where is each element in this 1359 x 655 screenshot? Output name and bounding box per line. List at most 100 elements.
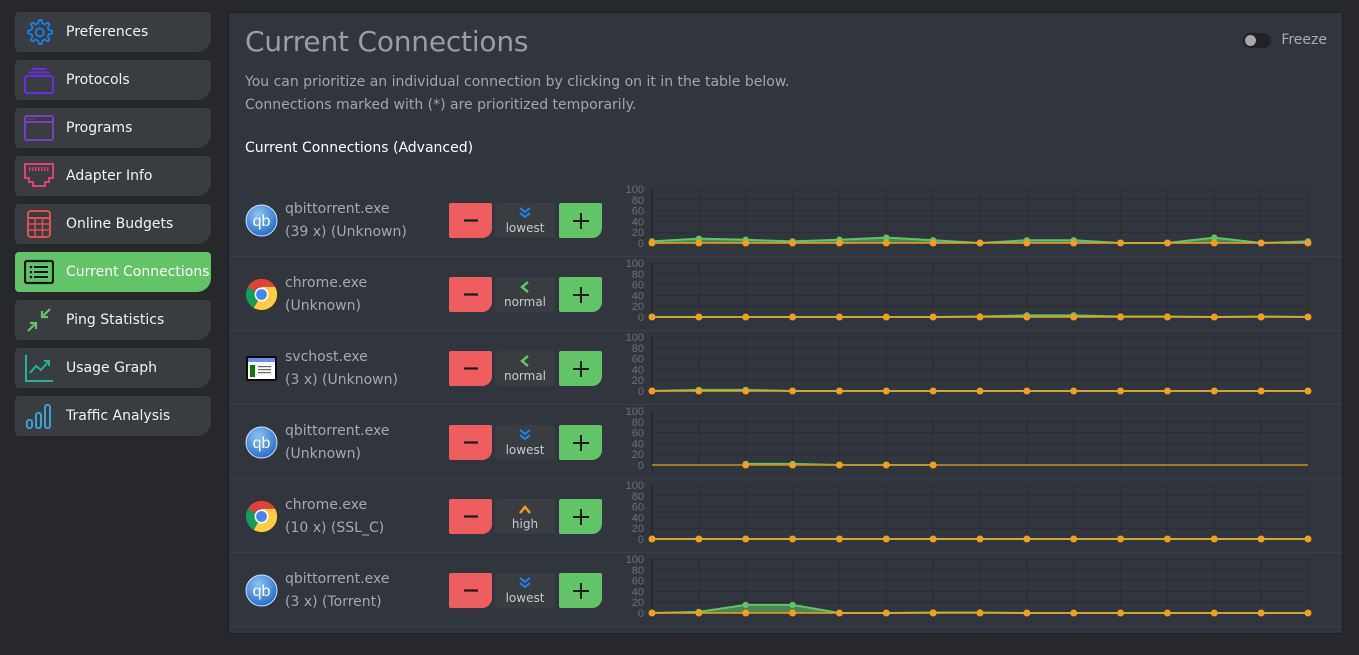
y-tick-label: 0 [638, 460, 644, 472]
orange-data-point [1257, 239, 1265, 247]
connection-name: chrome.exe (10 x) (SSL_C) [285, 494, 384, 540]
decrease-priority-button[interactable] [449, 203, 492, 238]
connection-name: svchost.exe (3 x) (Unknown) [285, 346, 398, 392]
connections-table: qb qbittorrent.exe (39 x) (Unknown) lowe… [229, 183, 1342, 627]
chevron-left-icon [520, 281, 529, 293]
sidebar-item-adapter-info[interactable]: Adapter Info [15, 156, 211, 196]
connection-detail: (3 x) (Unknown) [285, 372, 398, 388]
orange-data-point [1304, 239, 1312, 247]
double-chevron-down-icon [495, 575, 555, 591]
priority-indicator: normal [495, 277, 555, 312]
y-tick-label: 20 [632, 523, 644, 535]
y-tick-label: 40 [632, 512, 644, 524]
minus-icon [463, 441, 478, 444]
decrease-priority-button[interactable] [449, 425, 492, 460]
orange-data-point [1023, 387, 1031, 395]
connection-row[interactable]: svchost.exe (3 x) (Unknown) normal 0 20 40… [229, 331, 1342, 405]
minus-icon [463, 589, 478, 592]
page-title: Current Connections [245, 25, 529, 58]
connection-row[interactable]: chrome.exe (Unknown) normal 0 20 40 60 80 100 [229, 257, 1342, 331]
y-tick-label: 80 [632, 343, 644, 355]
increase-priority-button[interactable] [559, 277, 602, 312]
orange-data-point [789, 387, 797, 395]
priority-indicator: lowest [495, 425, 555, 460]
orange-data-point [1023, 609, 1031, 617]
sidebar-item-protocols[interactable]: Protocols [15, 60, 211, 100]
orange-data-point [1210, 313, 1218, 321]
priority-indicator: lowest [495, 573, 555, 608]
decrease-priority-button[interactable] [449, 277, 492, 312]
app-name: svchost.exe [285, 349, 368, 365]
connection-row[interactable]: qb qbittorrent.exe (39 x) (Unknown) lowe… [229, 183, 1342, 257]
increase-priority-button[interactable] [559, 499, 602, 534]
y-tick-label: 80 [632, 195, 644, 207]
orange-data-point [835, 239, 843, 247]
y-tick-label: 80 [632, 417, 644, 429]
sidebar-item-usage-graph[interactable]: Usage Graph [15, 348, 211, 388]
plus-icon [572, 360, 589, 377]
orange-data-point [742, 239, 750, 247]
increase-priority-button[interactable] [559, 203, 602, 238]
connection-row[interactable]: chrome.exe (10 x) (SSL_C) high 0 20 40 60 80… [229, 479, 1342, 553]
sidebar-item-traffic-analysis[interactable]: Traffic Analysis [15, 396, 211, 436]
sidebar-item-label: Current Connections [66, 264, 210, 280]
sidebar-item-label: Adapter Info [66, 168, 153, 184]
orange-data-point [789, 609, 797, 617]
orange-data-point [1210, 535, 1218, 543]
orange-data-point [976, 609, 984, 617]
priority-indicator: normal [495, 351, 555, 386]
orange-data-point [1023, 535, 1031, 543]
orange-data-point [929, 239, 937, 247]
y-tick-label: 100 [626, 555, 644, 566]
sidebar-item-ping-statistics[interactable]: Ping Statistics [15, 300, 211, 340]
connection-usage-chart: 020406080100 [626, 555, 1312, 620]
orange-data-point [882, 239, 890, 247]
increase-priority-button[interactable] [559, 425, 602, 460]
orange-data-point [1117, 609, 1125, 617]
chevron-up-icon [495, 501, 555, 517]
priority-label: lowest [505, 443, 545, 457]
qbittorrent-icon: qb [245, 426, 278, 459]
sidebar-item-current-connections[interactable]: Current Connections [15, 252, 211, 292]
orange-data-point [976, 387, 984, 395]
freeze-control: Freeze [1243, 32, 1327, 48]
increase-priority-button[interactable] [559, 351, 602, 386]
sidebar-item-preferences[interactable]: Preferences [15, 12, 211, 52]
svg-text:qb: qb [253, 583, 271, 600]
orange-data-point [1257, 535, 1265, 543]
sidebar-item-online-budgets[interactable]: Online Budgets [15, 204, 211, 244]
y-tick-label: 80 [632, 269, 644, 281]
orange-data-point [1070, 239, 1078, 247]
orange-data-point [1210, 387, 1218, 395]
sidebar-item-programs[interactable]: Programs [15, 108, 211, 148]
y-tick-label: 80 [632, 565, 644, 577]
decrease-priority-button[interactable] [449, 499, 492, 534]
chevron-up-icon [519, 505, 531, 514]
y-tick-label: 40 [632, 290, 644, 302]
connection-row[interactable]: qb qbittorrent.exe (3 x) (Torrent) lowes… [229, 553, 1342, 627]
connection-row[interactable]: qb qbittorrent.exe (Unknown) lowest 0 20 4… [229, 405, 1342, 479]
orange-data-point [1070, 609, 1078, 617]
orange-data-point [648, 535, 656, 543]
plus-icon [572, 286, 589, 303]
orange-data-point [835, 535, 843, 543]
y-tick-label: 60 [632, 206, 644, 218]
orange-data-point [695, 609, 703, 617]
y-tick-label: 40 [632, 438, 644, 450]
bar-chart-icon [24, 401, 54, 431]
calculator-icon [24, 209, 54, 239]
plus-icon [572, 508, 589, 525]
freeze-toggle[interactable] [1243, 32, 1272, 48]
plus-icon [572, 434, 589, 451]
decrease-priority-button[interactable] [449, 351, 492, 386]
chevron-left-icon [495, 353, 555, 369]
increase-priority-button[interactable] [559, 573, 602, 608]
description-line-1: You can prioritize an individual connect… [245, 74, 790, 90]
app-name: chrome.exe [285, 275, 368, 291]
orange-data-point [742, 535, 750, 543]
decrease-priority-button[interactable] [449, 573, 492, 608]
line-chart-icon [24, 353, 54, 383]
chevron-left-icon [495, 279, 555, 295]
connection-name: qbittorrent.exe (3 x) (Torrent) [285, 568, 389, 614]
orange-data-point [1304, 313, 1312, 321]
